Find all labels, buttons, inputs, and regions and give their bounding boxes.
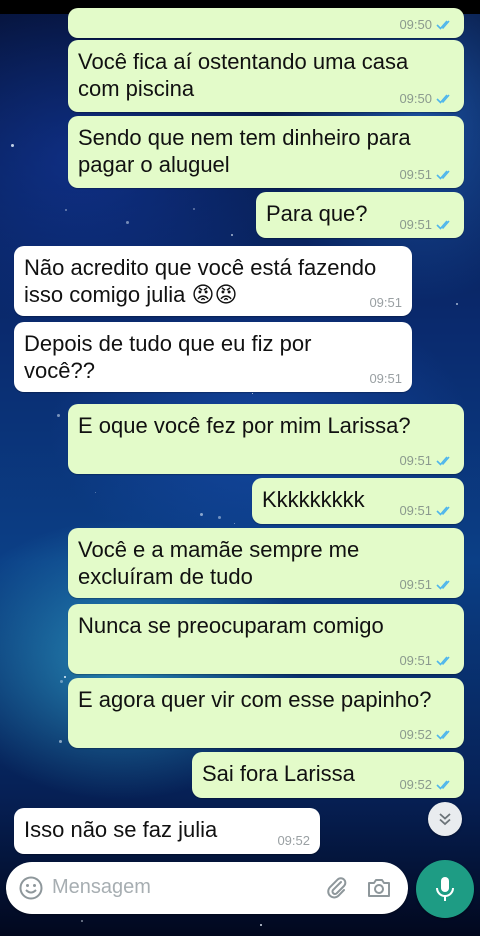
message-time: 09:51 [399, 577, 432, 592]
message-bubble-in[interactable]: Depois de tudo que eu fiz por você?? 09:… [14, 322, 412, 392]
message-meta: 09:51 [399, 217, 454, 232]
message-composer[interactable]: Mensagem [6, 862, 408, 914]
background-star [57, 414, 60, 417]
message-time: 09:51 [399, 217, 432, 232]
background-star [234, 523, 235, 524]
message-meta: 09:51 [369, 371, 402, 386]
message-bubble-out[interactable]: E oque você fez por mim Larissa? 09:51 [68, 404, 464, 474]
message-bubble-out[interactable]: Você fica aí ostentando uma casa com pis… [68, 40, 464, 112]
message-time: 09:51 [369, 371, 402, 386]
double-check-icon [436, 170, 450, 180]
paperclip-icon[interactable] [324, 875, 350, 901]
camera-icon[interactable] [366, 875, 392, 901]
message-text: E agora quer vir com esse papinho? [78, 687, 432, 712]
background-star [81, 920, 83, 922]
background-star [200, 513, 203, 516]
message-text: Você fica aí ostentando uma casa com pis… [78, 49, 409, 101]
background-star [64, 676, 66, 678]
message-text: E oque você fez por mim Larissa? [78, 413, 411, 438]
emoji-icon[interactable] [18, 875, 44, 901]
background-star [193, 208, 195, 210]
message-meta: 09:51 [399, 577, 454, 592]
message-meta: 09:50 [399, 91, 454, 106]
message-text: Isso não se faz julia [24, 817, 218, 842]
message-bubble-out[interactable]: Para que? 09:51 [256, 192, 464, 238]
background-star [126, 221, 129, 224]
double-check-icon [436, 20, 450, 30]
message-text: Não acredito que você está fazendo isso … [24, 255, 377, 307]
message-meta: 09:51 [399, 167, 454, 182]
background-star [11, 144, 14, 147]
message-input[interactable]: Mensagem [52, 876, 151, 899]
message-meta: 09:50 [399, 17, 454, 32]
message-meta: 09:51 [369, 295, 402, 310]
message-bubble-out[interactable]: 09:50 [68, 8, 464, 38]
message-bubble-out[interactable]: Sai fora Larissa 09:52 [192, 752, 464, 798]
message-text: Depois de tudo que eu fiz por você?? [24, 331, 312, 383]
double-check-icon [436, 730, 450, 740]
message-time: 09:50 [399, 91, 432, 106]
message-time: 09:52 [399, 727, 432, 742]
message-time: 09:51 [399, 453, 432, 468]
message-text: Você e a mamãe sempre me excluíram de tu… [78, 537, 360, 589]
background-star [252, 393, 253, 394]
double-chevron-down-icon [439, 813, 451, 826]
background-star [95, 492, 96, 493]
message-meta: 09:51 [399, 453, 454, 468]
double-check-icon [436, 506, 450, 516]
double-check-icon [436, 220, 450, 230]
message-meta: 09:52 [399, 727, 454, 742]
message-bubble-out[interactable]: Sendo que nem tem dinheiro para pagar o … [68, 116, 464, 188]
message-time: 09:51 [399, 653, 432, 668]
message-meta: 09:52 [399, 777, 454, 792]
background-star [260, 924, 262, 926]
message-bubble-in[interactable]: Isso não se faz julia 09:52 [14, 808, 320, 854]
double-check-icon [436, 656, 450, 666]
message-bubble-out[interactable]: E agora quer vir com esse papinho? 09:52 [68, 678, 464, 748]
message-time: 09:52 [399, 777, 432, 792]
message-time: 09:50 [399, 17, 432, 32]
message-meta: 09:51 [399, 653, 454, 668]
background-star [59, 740, 62, 743]
message-bubble-out[interactable]: Nunca se preocuparam comigo 09:51 [68, 604, 464, 674]
message-meta: 09:52 [277, 833, 310, 848]
message-bubble-in[interactable]: Não acredito que você está fazendo isso … [14, 246, 412, 316]
message-meta: 09:51 [399, 503, 454, 518]
message-bubble-out[interactable]: Kkkkkkkkk 09:51 [252, 478, 464, 524]
background-star [60, 680, 63, 683]
message-text: Nunca se preocuparam comigo [78, 613, 384, 638]
background-star [456, 303, 458, 305]
double-check-icon [436, 94, 450, 104]
background-star [65, 209, 67, 211]
mic-icon [436, 877, 454, 901]
background-star [218, 516, 221, 519]
message-time: 09:51 [399, 167, 432, 182]
message-text: Sendo que nem tem dinheiro para pagar o … [78, 125, 411, 177]
scroll-to-bottom-button[interactable] [428, 802, 462, 836]
message-time: 09:51 [399, 503, 432, 518]
double-check-icon [436, 580, 450, 590]
double-check-icon [436, 780, 450, 790]
message-time: 09:51 [369, 295, 402, 310]
message-time: 09:52 [277, 833, 310, 848]
background-star [231, 234, 233, 236]
message-bubble-out[interactable]: Você e a mamãe sempre me excluíram de tu… [68, 528, 464, 598]
double-check-icon [436, 456, 450, 466]
mic-button[interactable] [416, 860, 474, 918]
